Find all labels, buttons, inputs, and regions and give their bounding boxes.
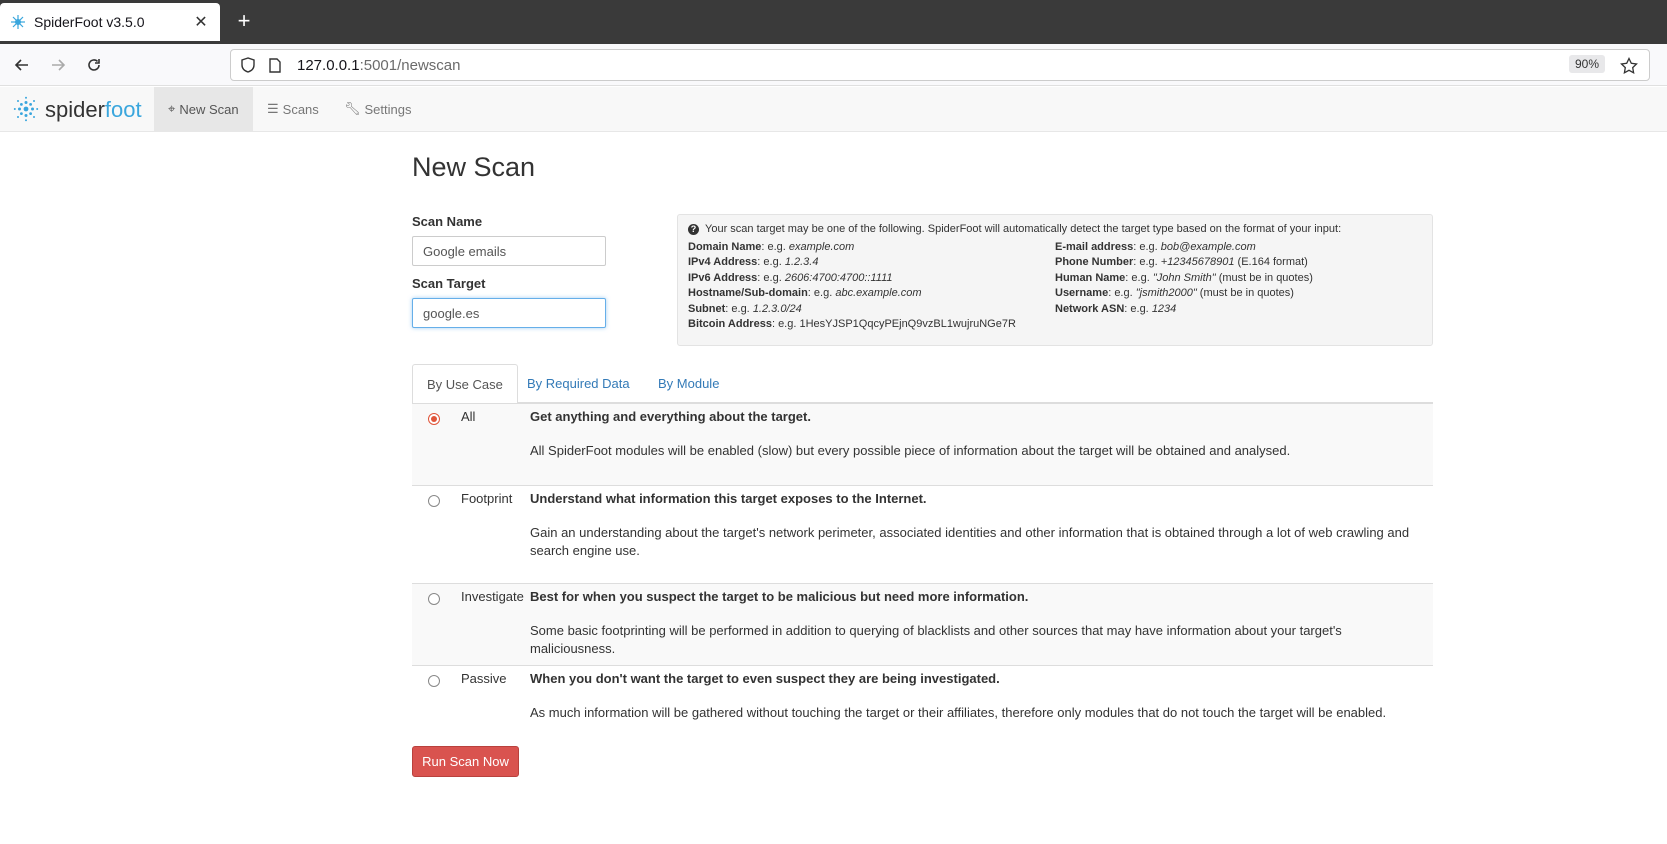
use-case-desc: Gain an understanding about the target's… — [530, 525, 1410, 558]
target-types-info: ? Your scan target may be one of the fol… — [677, 214, 1433, 346]
target-type-row: Subnet: e.g. 1.2.3.0/24 — [688, 302, 802, 315]
target-type-row: Human Name: e.g. "John Smith" (must be i… — [1055, 271, 1313, 284]
use-case-name: Passive — [461, 671, 507, 686]
use-case-name: Footprint — [461, 491, 513, 506]
info-right-column: E-mail address: e.g. bob@example.com Phon… — [1055, 241, 1422, 333]
back-arrow-icon[interactable] — [10, 53, 34, 77]
browser-tab-bar: SpiderFoot v3.5.0 ✕ + — [0, 0, 1667, 44]
use-case-title: Best for when you suspect the target to … — [530, 589, 1029, 604]
crosshair-icon: ⌖ — [168, 101, 176, 116]
target-type-row: IPv4 Address: e.g. 1.2.3.4 — [688, 256, 819, 269]
use-case-footprint-radio[interactable] — [428, 495, 440, 507]
app-navbar: spiderfoot ⌖ New Scan ☰ Scans 🔧︎ Setting… — [0, 87, 1667, 132]
use-case-name: All — [461, 409, 476, 424]
question-circle-icon: ? — [688, 223, 699, 235]
scan-name-label: Scan Name — [412, 214, 483, 229]
tab-by-required-data[interactable]: By Required Data — [513, 364, 644, 403]
url-path: :5001/newscan — [359, 56, 461, 74]
use-case-desc: All SpiderFoot modules will be enabled (… — [530, 443, 1291, 458]
forward-arrow-icon[interactable] — [46, 53, 70, 77]
use-case-title: When you don't want the target to even s… — [530, 671, 1000, 686]
spiderfoot-favicon-icon — [10, 14, 26, 30]
use-case-footprint[interactable]: Footprint Understand what information th… — [412, 485, 1433, 583]
use-case-title: Get anything and everything about the ta… — [530, 409, 811, 424]
reload-icon[interactable] — [82, 53, 106, 77]
list-icon: ☰ — [267, 101, 279, 116]
use-case-all[interactable]: All Get anything and everything about th… — [412, 403, 1433, 485]
use-case-investigate[interactable]: Investigate Best for when you suspect th… — [412, 583, 1433, 665]
wrench-icon: 🔧︎ — [344, 101, 361, 116]
page-icon[interactable] — [267, 56, 283, 74]
target-type-row: Phone Number: e.g. +12345678901 (E.164 f… — [1055, 256, 1308, 269]
logo-text: spiderfoot — [45, 97, 142, 122]
shield-icon[interactable] — [239, 56, 257, 74]
address-bar[interactable]: 127.0.0.1:5001/newscan 90% — [230, 49, 1650, 81]
scan-mode-tabs: By Use Case By Required Data By Module — [412, 364, 1433, 404]
tab-by-module[interactable]: By Module — [644, 364, 733, 403]
info-left-column: Domain Name: e.g. example.com IPv4 Addres… — [688, 241, 1055, 333]
info-intro: Your scan target may be one of the follo… — [705, 223, 1342, 235]
page-title: New Scan — [412, 152, 536, 182]
target-type-row: E-mail address: e.g. bob@example.com — [1055, 241, 1256, 253]
use-case-passive-radio[interactable] — [428, 675, 440, 687]
scan-name-input[interactable]: Google emails — [412, 236, 606, 266]
zoom-level[interactable]: 90% — [1568, 55, 1605, 73]
target-type-row: IPv6 Address: e.g. 2606:4700:4700::1111 — [688, 271, 893, 284]
use-case-desc: As much information will be gathered wit… — [530, 705, 1387, 720]
use-case-title: Understand what information this target … — [530, 491, 927, 506]
target-type-row: Network ASN: e.g. 1234 — [1055, 302, 1177, 315]
target-type-row: Username: e.g. "jsmith2000" (must be in … — [1055, 287, 1294, 300]
scan-target-label: Scan Target — [412, 276, 486, 291]
use-case-investigate-radio[interactable] — [428, 593, 440, 605]
target-type-row: Bitcoin Address: e.g. 1HesYJSP1QqcyPEjnQ… — [688, 317, 1016, 330]
scan-target-input[interactable]: google.es — [412, 298, 606, 328]
run-scan-button[interactable]: Run Scan Now — [412, 746, 519, 777]
browser-toolbar: 127.0.0.1:5001/newscan 90% — [0, 44, 1667, 86]
tab-by-use-case[interactable]: By Use Case — [412, 364, 518, 404]
spiderfoot-logo[interactable]: spiderfoot — [13, 95, 142, 125]
browser-tab-title: SpiderFoot v3.5.0 — [34, 14, 145, 30]
use-case-passive[interactable]: Passive When you don't want the target t… — [412, 665, 1433, 731]
nav-scans[interactable]: ☰ Scans — [253, 87, 333, 131]
nav-new-scan[interactable]: ⌖ New Scan — [154, 87, 253, 131]
new-tab-icon[interactable]: + — [232, 10, 256, 34]
bookmark-star-icon[interactable] — [1619, 56, 1639, 76]
spiderfoot-logo-icon — [13, 96, 39, 125]
browser-tab[interactable]: SpiderFoot v3.5.0 ✕ — [0, 3, 220, 41]
url-host: 127.0.0.1 — [297, 56, 360, 74]
use-case-all-radio[interactable] — [428, 413, 440, 425]
use-case-name: Investigate — [461, 589, 524, 604]
target-type-row: Domain Name: e.g. example.com — [688, 241, 855, 253]
close-tab-icon[interactable]: ✕ — [192, 12, 210, 32]
nav-settings[interactable]: 🔧︎ Settings — [330, 87, 426, 131]
use-case-desc: Some basic footprinting will be performe… — [530, 623, 1342, 656]
target-type-row: Hostname/Sub-domain: e.g. abc.example.co… — [688, 287, 922, 300]
